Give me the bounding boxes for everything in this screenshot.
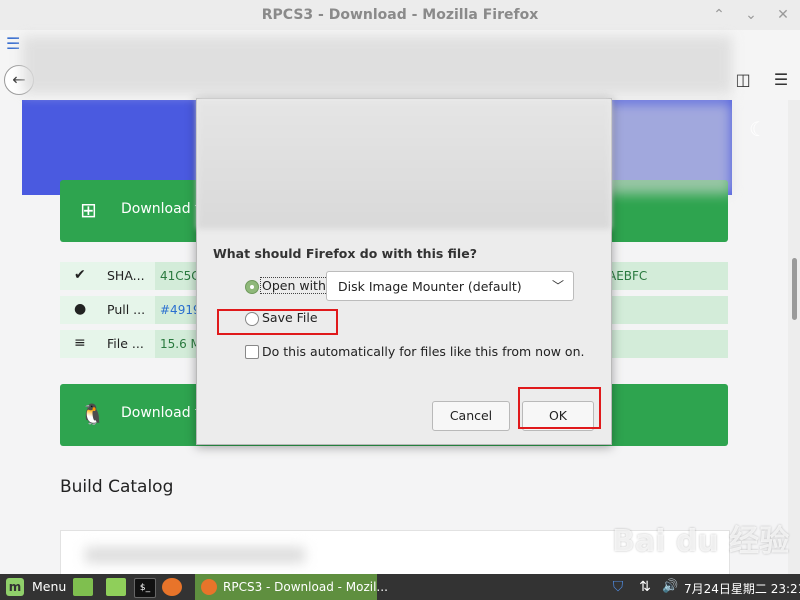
- linux-icon: 🐧: [80, 402, 105, 426]
- network-icon[interactable]: ⇅: [637, 579, 653, 595]
- terminal-icon[interactable]: $_: [134, 578, 156, 598]
- taskbar: m Menu $_ RPCS3 - Download - Mozil... ⛉ …: [0, 574, 800, 600]
- cancel-button[interactable]: Cancel: [432, 401, 510, 431]
- database-icon: ≡: [74, 335, 86, 351]
- info-value: 41C5C: [160, 269, 200, 283]
- show-desktop-icon[interactable]: [73, 578, 93, 596]
- baidu-watermark: Bai du 经验: [612, 524, 790, 559]
- github-icon: ●: [74, 301, 87, 317]
- info-key: Pull ...: [107, 302, 146, 317]
- task-label: RPCS3 - Download - Mozil...: [223, 580, 388, 594]
- window-titlebar: RPCS3 - Download - Mozilla Firefox ⌃ ⌄ ✕: [0, 0, 800, 30]
- annotation-box-save-file: [217, 309, 338, 335]
- blurred-url-area: [22, 36, 732, 94]
- firefox-launcher-icon[interactable]: [162, 578, 182, 596]
- open-with-label[interactable]: Open with: [260, 277, 328, 294]
- file-manager-icon[interactable]: [106, 578, 126, 596]
- sha-tail: AEBFC: [608, 269, 648, 283]
- open-with-radio[interactable]: [245, 280, 259, 294]
- windows-icon: ⊞: [80, 198, 97, 222]
- blurred-header-area: [600, 102, 732, 194]
- minimize-icon[interactable]: ⌃: [708, 4, 730, 26]
- build-catalog-heading: Build Catalog: [60, 477, 174, 497]
- sidebar-icon[interactable]: ◫: [728, 66, 758, 94]
- blurred-dialog-header: [197, 99, 611, 229]
- auto-label[interactable]: Do this automatically for files like thi…: [262, 344, 584, 359]
- dark-mode-toggle-icon[interactable]: ☾: [744, 115, 772, 143]
- info-key: File ...: [107, 336, 144, 351]
- page-scrollbar[interactable]: [788, 100, 800, 574]
- window-title: RPCS3 - Download - Mozilla Firefox: [261, 7, 539, 23]
- maximize-icon[interactable]: ⌄: [740, 4, 762, 26]
- scrollbar-thumb[interactable]: [792, 258, 797, 320]
- volume-icon[interactable]: 🔊: [662, 579, 678, 595]
- info-key: SHA...: [107, 268, 145, 283]
- auto-checkbox[interactable]: [245, 345, 259, 359]
- menu-label[interactable]: Menu: [32, 579, 66, 594]
- firefox-icon: [201, 579, 217, 595]
- dialog-question: What should Firefox do with this file?: [213, 246, 477, 261]
- chevron-down-icon: ﹀: [551, 279, 564, 293]
- check-icon: ✔: [74, 267, 86, 283]
- hamburger-menu-icon[interactable]: ☰: [766, 66, 796, 94]
- taskbar-task-firefox[interactable]: RPCS3 - Download - Mozil...: [195, 574, 388, 600]
- pull-request-link[interactable]: #4919: [160, 303, 201, 317]
- clock[interactable]: 7月24日星期二 23:21: [684, 580, 800, 597]
- info-value: 15.6 M: [160, 337, 201, 351]
- mint-menu-icon[interactable]: m: [6, 578, 24, 596]
- open-with-select[interactable]: Disk Image Mounter (default) ﹀: [326, 271, 574, 301]
- open-with-value: Disk Image Mounter (default): [338, 279, 522, 294]
- close-icon[interactable]: ✕: [772, 4, 794, 26]
- baidu-watermark-url: jingyan.baidu.com: [610, 556, 703, 567]
- annotation-box-ok: [518, 387, 601, 429]
- shield-icon[interactable]: ⛉: [610, 579, 626, 595]
